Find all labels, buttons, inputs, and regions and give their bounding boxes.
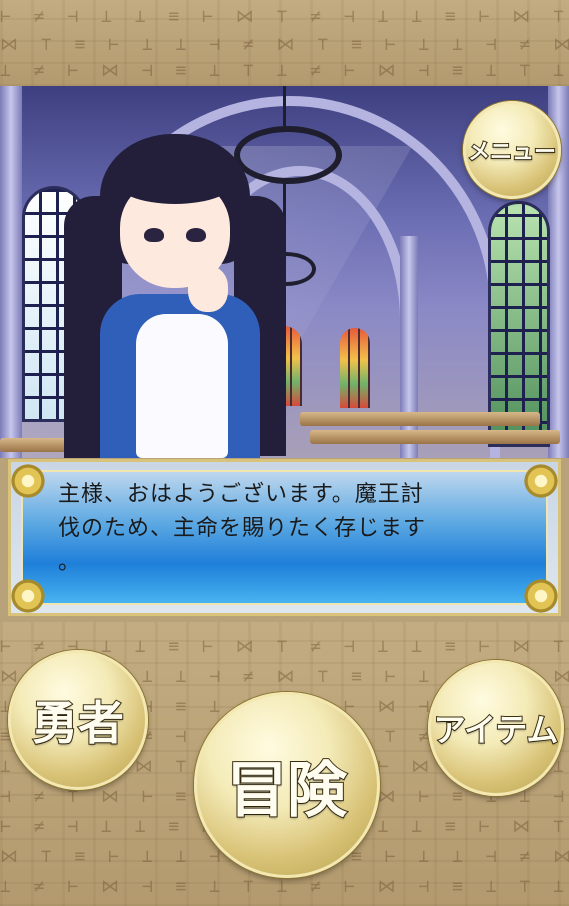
dialog-line: 主様、おはようございます。魔王討 — [58, 482, 424, 507]
dialog-line: 伐のため、主命を賜りたく存じます — [58, 516, 427, 541]
church-window-right — [488, 201, 550, 447]
hero-button-label: 勇者 — [31, 695, 125, 751]
ornament-corner — [5, 573, 51, 619]
dialog-line: 。 — [58, 550, 82, 575]
pew — [310, 430, 560, 444]
chandelier-chain — [283, 86, 286, 126]
adventure-button-label: 冒険 — [226, 755, 348, 827]
top-parchment-band: ⊢ ≠ ⊣ ⟂ ⊥ ≡ ⊢ ⋈ ⊤ ≠ ⊣ ⟂ ⊥ ≡ ⊢ ⋈ ⊤ ≠ ⊣ ⟂ … — [0, 0, 569, 86]
glyph-decoration: ⊥ ≠ ⊢ ⋈ ⊣ ≡ ⟂ ⊤ ⊥ ≠ ⊢ ⋈ ⊣ ≡ ⟂ ⊤ ⊥ ≠ ⊢ ⋈ — [0, 60, 569, 81]
pew — [300, 412, 540, 426]
glyph-decoration: ⊥ ≠ ⊢ ⋈ ⊣ ≡ ⟂ ⊤ ⊥ ≠ ⊢ ⋈ ⊣ ≡ ⟂ ⊤ ⊥ ≠ ⊢ ⋈ — [0, 876, 569, 897]
item-button[interactable]: アイテム — [428, 660, 564, 796]
glyph-decoration: ⊢ ≠ ⊣ ⟂ ⊥ ≡ ⊢ ⋈ ⊤ ≠ ⊣ ⟂ ⊥ ≡ ⊢ ⋈ ⊤ ≠ ⊣ ⟂ — [0, 6, 569, 27]
stained-glass-window — [340, 328, 370, 408]
maid-character — [40, 126, 320, 458]
pillar — [0, 86, 22, 458]
menu-button-label: メニュー — [467, 139, 557, 166]
hero-button[interactable]: 勇者 — [8, 650, 148, 790]
adventure-button[interactable]: 冒険 — [194, 692, 380, 878]
glyph-decoration: ⋈ ⊤ ≡ ⊢ ⊥ ⟂ ⊣ ≠ ⋈ ⊤ ≡ ⊢ ⊥ ⟂ ⊣ ≠ ⋈ ⊤ ≡ ⊢ — [0, 34, 569, 55]
item-button-label: アイテム — [433, 710, 560, 750]
ornament-corner — [5, 458, 51, 504]
menu-button[interactable]: メニュー — [463, 101, 561, 199]
dialog-text: 主様、おはようございます。魔王討 伐のため、主命を賜りたく存じます 。 — [58, 478, 528, 580]
